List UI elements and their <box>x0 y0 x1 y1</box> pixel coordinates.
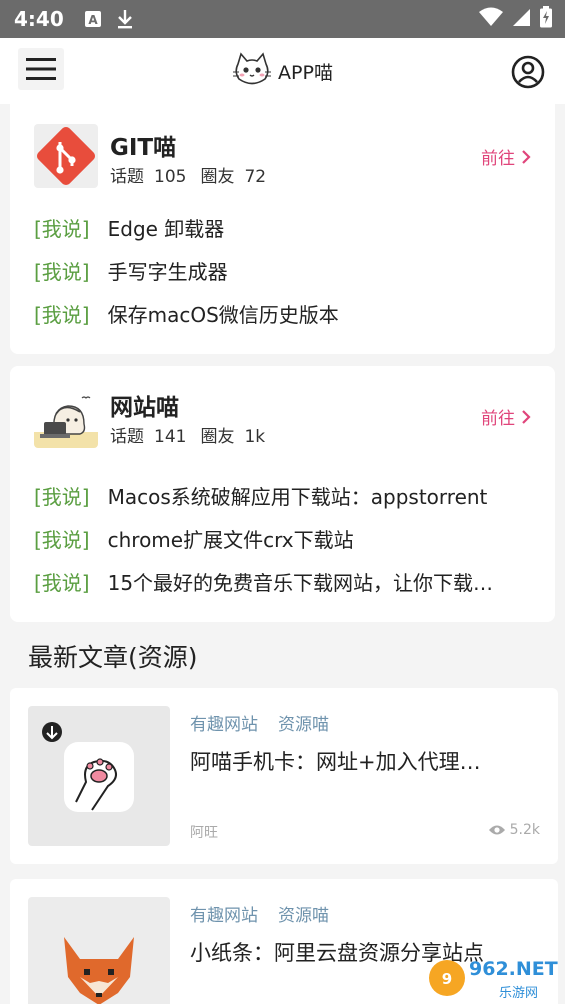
battery-icon <box>539 6 553 32</box>
list-item[interactable]: [我说] 保存macOS微信历史版本 <box>34 292 533 335</box>
category-tag[interactable]: 有趣网站 <box>190 715 258 735</box>
topic-card[interactable]: 网站喵 话题 141 圈友 1k 前往 [我说] Macos系统破解应用下载站：apps… <box>10 366 555 622</box>
hamburger-icon <box>26 58 56 80</box>
post-tag: [我说] <box>34 571 90 595</box>
topic-card[interactable]: GIT喵 话题 105 圈友 72 前往 [我说] Edge 卸载器 [我说] 手写字生成… <box>10 96 555 354</box>
article-title: 阿喵手机卡：网址+加入代理… <box>190 750 481 774</box>
category-tag[interactable]: 资源喵 <box>278 906 329 926</box>
topic-count: 141 <box>154 427 187 447</box>
article-thumbnail <box>28 706 170 846</box>
brand: APP喵 <box>232 52 333 90</box>
eye-icon <box>488 825 505 835</box>
wifi-icon <box>479 7 503 31</box>
post-list: [我说] Macos系统破解应用下载站：appstorrent [我说] chrom… <box>34 474 533 603</box>
article-views: 5.2k <box>488 822 540 838</box>
article-card[interactable]: 有趣网站 资源喵 阿喵手机卡：网址+加入代理… 阿旺 5.2k <box>10 688 558 864</box>
section-title: 最新文章(资源) <box>28 643 198 672</box>
article-author: 阿旺 <box>190 825 218 841</box>
article-categories: 有趣网站 资源喵 <box>190 901 349 926</box>
post-text: chrome扩展文件crx下载站 <box>107 528 354 552</box>
app-header: APP喵 <box>0 38 565 104</box>
post-text: 保存macOS微信历史版本 <box>107 303 339 327</box>
download-icon <box>116 9 134 29</box>
post-text: 15个最好的免费音乐下载网站，让你下载… <box>107 571 494 595</box>
post-list: [我说] Edge 卸载器 [我说] 手写字生成器 [我说] 保存macOS微信历史版… <box>34 206 533 335</box>
menu-button[interactable] <box>18 48 64 90</box>
list-item[interactable]: [我说] Macos系统破解应用下载站：appstorrent <box>34 474 533 517</box>
post-text: Macos系统破解应用下载站：appstorrent <box>107 485 488 509</box>
friend-count: 72 <box>244 167 267 187</box>
friend-count-label: 圈友 <box>200 427 235 447</box>
goto-button[interactable]: 前往 <box>481 144 531 169</box>
category-tag[interactable]: 资源喵 <box>278 715 329 735</box>
chevron-right-icon <box>522 409 531 424</box>
list-item[interactable]: [我说] chrome扩展文件crx下载站 <box>34 517 533 560</box>
view-count: 5.2k <box>509 822 540 838</box>
topic-title: 网站喵 <box>110 395 179 421</box>
post-tag: [我说] <box>34 528 90 552</box>
keyboard-icon: A <box>84 10 102 28</box>
post-tag: [我说] <box>34 260 90 284</box>
goto-label: 前往 <box>481 409 515 429</box>
watermark-logo: 9 962.NET 乐游网 <box>425 952 565 1004</box>
topic-header: 网站喵 话题 141 圈友 1k 前往 <box>34 384 531 448</box>
avatar <box>34 384 98 448</box>
list-item[interactable]: [我说] Edge 卸载器 <box>34 206 533 249</box>
friend-count: 1k <box>244 427 266 447</box>
post-tag: [我说] <box>34 485 90 509</box>
goto-label: 前往 <box>481 149 515 169</box>
article-thumbnail <box>28 897 170 1004</box>
profile-button[interactable] <box>511 55 545 89</box>
topic-title: GIT喵 <box>110 135 177 161</box>
post-tag: [我说] <box>34 303 90 327</box>
user-icon <box>511 55 545 89</box>
watermark-text: 962.NET <box>469 958 558 980</box>
app-title: APP喵 <box>278 61 333 84</box>
git-logo-icon <box>34 124 98 188</box>
friend-count-label: 圈友 <box>200 167 235 187</box>
chevron-right-icon <box>522 149 531 164</box>
post-text: 手写字生成器 <box>107 260 228 284</box>
list-item[interactable]: [我说] 15个最好的免费音乐下载网站，让你下载… <box>34 560 533 603</box>
watermark-subtext: 乐游网 <box>499 986 539 1001</box>
list-item[interactable]: [我说] 手写字生成器 <box>34 249 533 292</box>
post-tag: [我说] <box>34 217 90 241</box>
goto-button[interactable]: 前往 <box>481 404 531 429</box>
topic-count-label: 话题 <box>110 427 144 447</box>
signal-icon <box>511 7 531 31</box>
topic-stats: 话题 105 圈友 72 <box>110 162 276 187</box>
category-tag[interactable]: 有趣网站 <box>190 906 258 926</box>
status-time: 4:40 <box>14 7 64 31</box>
article-categories: 有趣网站 资源喵 <box>190 710 349 735</box>
topic-stats: 话题 141 圈友 1k <box>110 422 275 447</box>
status-bar: 4:40 A <box>0 0 565 38</box>
topic-count-label: 话题 <box>110 167 144 187</box>
topic-header: GIT喵 话题 105 圈友 72 前往 <box>34 124 531 188</box>
svg-text:9: 9 <box>442 970 452 988</box>
post-text: Edge 卸载器 <box>107 217 225 241</box>
topic-count: 105 <box>154 167 187 187</box>
cat-logo-icon <box>232 52 272 90</box>
svg-text:A: A <box>88 13 98 27</box>
